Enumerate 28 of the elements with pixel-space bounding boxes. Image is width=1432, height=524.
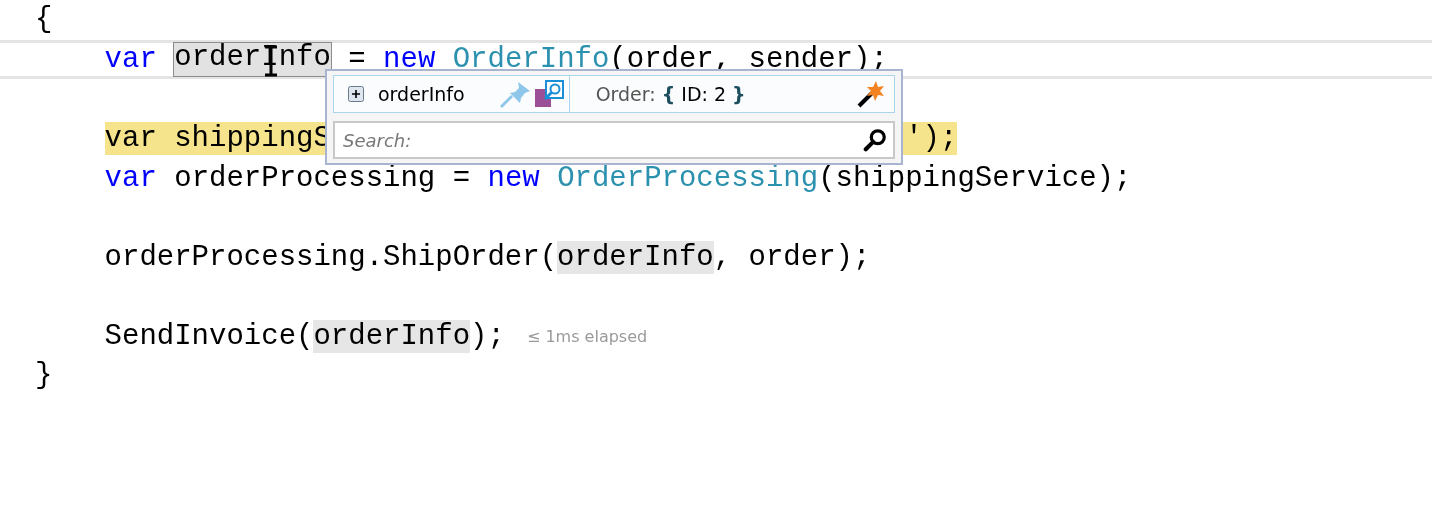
- code-text: orderProcessing =: [174, 161, 472, 195]
- variable-value: Order: { ID: 2 }: [595, 83, 746, 105]
- variable-name: orderInfo: [378, 83, 465, 105]
- code-text: SendInvoice(: [104, 320, 314, 354]
- code-text: =: [347, 42, 367, 76]
- code-text: );: [470, 320, 505, 354]
- code-text: , order);: [713, 240, 871, 274]
- code-text: (shippingService);: [818, 161, 1132, 195]
- code-text: }: [35, 358, 53, 395]
- code-text: orderProcessing.ShipOrder(: [104, 240, 558, 274]
- code-text: ');: [905, 122, 958, 156]
- code-text: {: [35, 2, 53, 38]
- expand-icon[interactable]: [348, 86, 364, 102]
- code-text: var shippingS: [104, 122, 331, 156]
- code-text: (order, sender);: [609, 42, 888, 76]
- keyword: var: [104, 42, 158, 76]
- magic-wand-icon[interactable]: [856, 79, 886, 109]
- inspect-icon[interactable]: [532, 79, 565, 109]
- keyword: new: [487, 161, 541, 195]
- type-name: OrderInfo: [452, 42, 610, 76]
- elapsed-time-hint: ≤ 1ms elapsed: [526, 325, 648, 348]
- reference-highlight: orderInfo: [313, 320, 471, 354]
- keyword: new: [383, 42, 437, 76]
- search-icon[interactable]: [863, 128, 887, 152]
- search-field[interactable]: Search:: [333, 121, 895, 159]
- reference-highlight: orderInfo: [557, 240, 714, 274]
- type-name: OrderProcessing: [557, 161, 819, 195]
- keyword: var: [104, 161, 158, 195]
